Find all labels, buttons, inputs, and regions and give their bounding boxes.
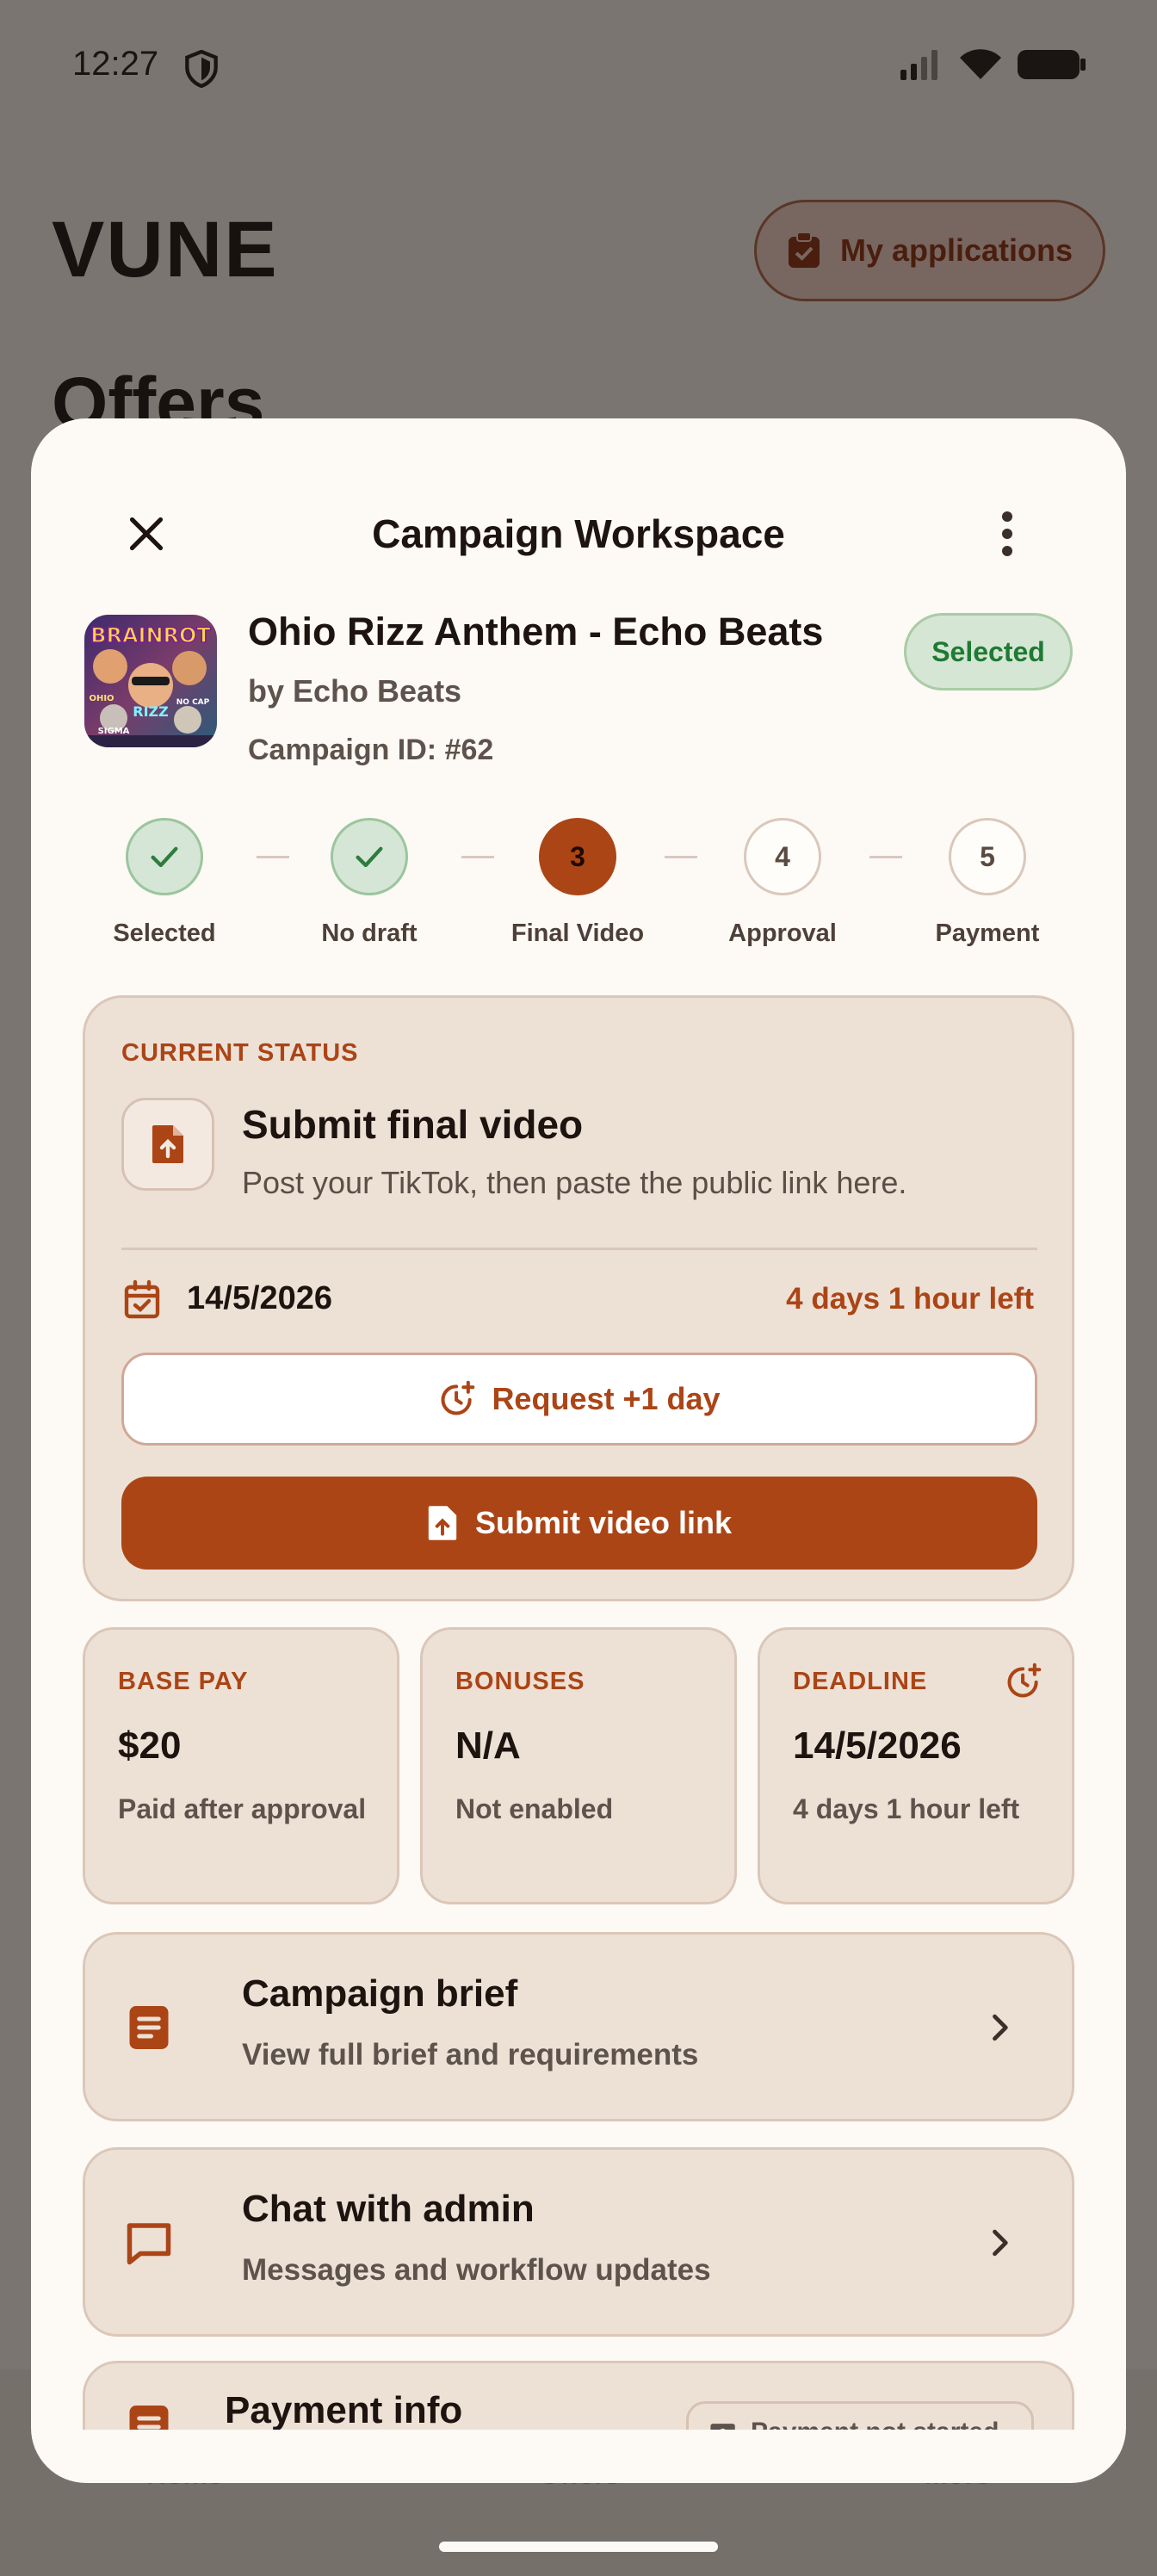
campaign-thumbnail: BRAINROT RIZZ SIGMA OHIO NO CAP: [84, 615, 217, 747]
thumb-sigma-text: SIGMA: [98, 727, 130, 736]
close-icon: [129, 517, 164, 551]
status-time: 12:27: [72, 45, 159, 83]
chat-bubble-icon: [127, 2223, 171, 2265]
submit-video-link-button[interactable]: Submit video link: [121, 1477, 1037, 1570]
clock-plus-icon[interactable]: [1005, 1663, 1043, 1700]
campaign-brief-title: Campaign brief: [242, 1972, 518, 2015]
file-upload-icon: [428, 1506, 457, 1540]
check-icon: [151, 846, 178, 868]
base-pay-label: BASE PAY: [118, 1668, 249, 1695]
step-label-payment: Payment: [935, 920, 1040, 947]
modal-content: Campaign Workspace BRAINROT RIZZ SIGMA O…: [31, 418, 1126, 2430]
campaign-artwork: BRAINROT RIZZ SIGMA OHIO NO CAP: [84, 615, 217, 747]
campaign-workspace-modal: Campaign Workspace BRAINROT RIZZ SIGMA O…: [31, 418, 1126, 2483]
status-bar: 12:27: [0, 0, 1157, 129]
campaign-author: by Echo Beats: [248, 673, 462, 709]
shield-icon: [185, 50, 218, 88]
time-left: 4 days 1 hour left: [786, 1282, 1034, 1316]
request-extension-label: Request +1 day: [492, 1381, 721, 1416]
campaign-title: Ohio Rizz Anthem - Echo Beats: [248, 610, 824, 653]
more-options-button[interactable]: [978, 505, 1036, 563]
step-connector: [257, 856, 289, 858]
chat-with-admin-title: Chat with admin: [242, 2188, 535, 2230]
thumb-nocap-text: NO CAP: [176, 698, 210, 707]
progress-stepper: 3 4 5 Selected No draft Final Video Appr…: [31, 818, 1126, 956]
current-status-label: CURRENT STATUS: [121, 1039, 359, 1067]
step-2-done: [331, 818, 408, 895]
home-indicator[interactable]: [439, 2542, 718, 2552]
payments-icon: [710, 2424, 735, 2430]
brand-logo: VUNE: [52, 206, 279, 294]
file-upload-icon: [152, 1125, 183, 1163]
step-label-no-draft: No draft: [321, 920, 418, 947]
close-button[interactable]: [117, 505, 176, 563]
campaign-brief-subtitle: View full brief and requirements: [242, 2038, 699, 2071]
current-status-title: Submit final video: [242, 1102, 584, 1147]
signal-icon: [900, 50, 937, 80]
step-1-done: [126, 818, 203, 895]
deadline-card[interactable]: DEADLINE 14/5/2026 4 days 1 hour left: [758, 1627, 1074, 1904]
deadline-value: 14/5/2026: [793, 1725, 962, 1767]
step-5: 5: [949, 818, 1026, 895]
payment-status-text: Payment not started: [751, 2418, 999, 2430]
payment-status-badge: Payment not started: [686, 2401, 1034, 2430]
step-connector: [665, 856, 697, 858]
current-status-card: CURRENT STATUS Submit final video Post y…: [83, 995, 1074, 1601]
thumb-brainrot-text: BRAINROT: [90, 623, 211, 647]
due-date: 14/5/2026: [187, 1280, 333, 1316]
payment-info-title: Payment info: [225, 2389, 463, 2430]
step-connector: [461, 856, 494, 858]
divider: [121, 1248, 1037, 1250]
modal-title: Campaign Workspace: [372, 511, 785, 556]
base-pay-value: $20: [118, 1725, 182, 1767]
campaign-brief-row[interactable]: Campaign brief View full brief and requi…: [83, 1932, 1074, 2121]
chat-with-admin-subtitle: Messages and workflow updates: [242, 2253, 711, 2287]
bonuses-value: N/A: [455, 1725, 521, 1767]
clipboard-check-icon: [788, 232, 820, 268]
step-connector: [869, 856, 902, 858]
payment-info-row[interactable]: Payment info Payment not started: [83, 2361, 1074, 2430]
status-badge: Selected: [904, 613, 1073, 690]
clock-plus-icon: [441, 1380, 475, 1415]
chat-with-admin-row[interactable]: Chat with admin Messages and workflow up…: [83, 2147, 1074, 2337]
receipt-icon: [129, 2406, 169, 2430]
document-icon: [129, 2006, 169, 2049]
step-label-approval: Approval: [728, 920, 837, 947]
thumb-rizz-text: RIZZ: [133, 703, 168, 720]
thumb-ohio-text: OHIO: [89, 694, 114, 703]
step-label-final-video: Final Video: [510, 920, 645, 947]
campaign-id: Campaign ID: #62: [248, 734, 494, 766]
step-3-active: 3: [539, 818, 616, 895]
status-icons: [900, 48, 1086, 81]
bonuses-label: BONUSES: [455, 1668, 585, 1695]
submit-video-link-label: Submit video link: [474, 1505, 733, 1540]
step-label-selected: Selected: [113, 920, 216, 947]
battery-icon: [1018, 50, 1086, 79]
deadline-note: 4 days 1 hour left: [793, 1793, 1020, 1824]
calendar-check-icon: [124, 1279, 160, 1319]
my-applications-label: My applications: [839, 232, 1073, 268]
bonuses-note: Not enabled: [455, 1793, 614, 1824]
request-extension-button[interactable]: Request +1 day: [121, 1353, 1037, 1446]
wifi-icon: [960, 49, 1001, 79]
chevron-right-icon: [993, 2229, 1008, 2257]
bonuses-card: BONUSES N/A Not enabled: [420, 1627, 737, 1904]
deadline-label: DEADLINE: [793, 1668, 928, 1695]
more-vertical-icon: [1002, 511, 1012, 556]
step-4: 4: [744, 818, 821, 895]
base-pay-card: BASE PAY $20 Paid after approval: [83, 1627, 399, 1904]
current-status-description: Post your TikTok, then paste the public …: [242, 1165, 907, 1200]
base-pay-note: Paid after approval: [118, 1793, 367, 1824]
check-icon: [356, 846, 383, 868]
upload-file-icon-box: [121, 1098, 214, 1191]
my-applications-button[interactable]: My applications: [754, 200, 1105, 301]
chevron-right-icon: [993, 2014, 1008, 2041]
